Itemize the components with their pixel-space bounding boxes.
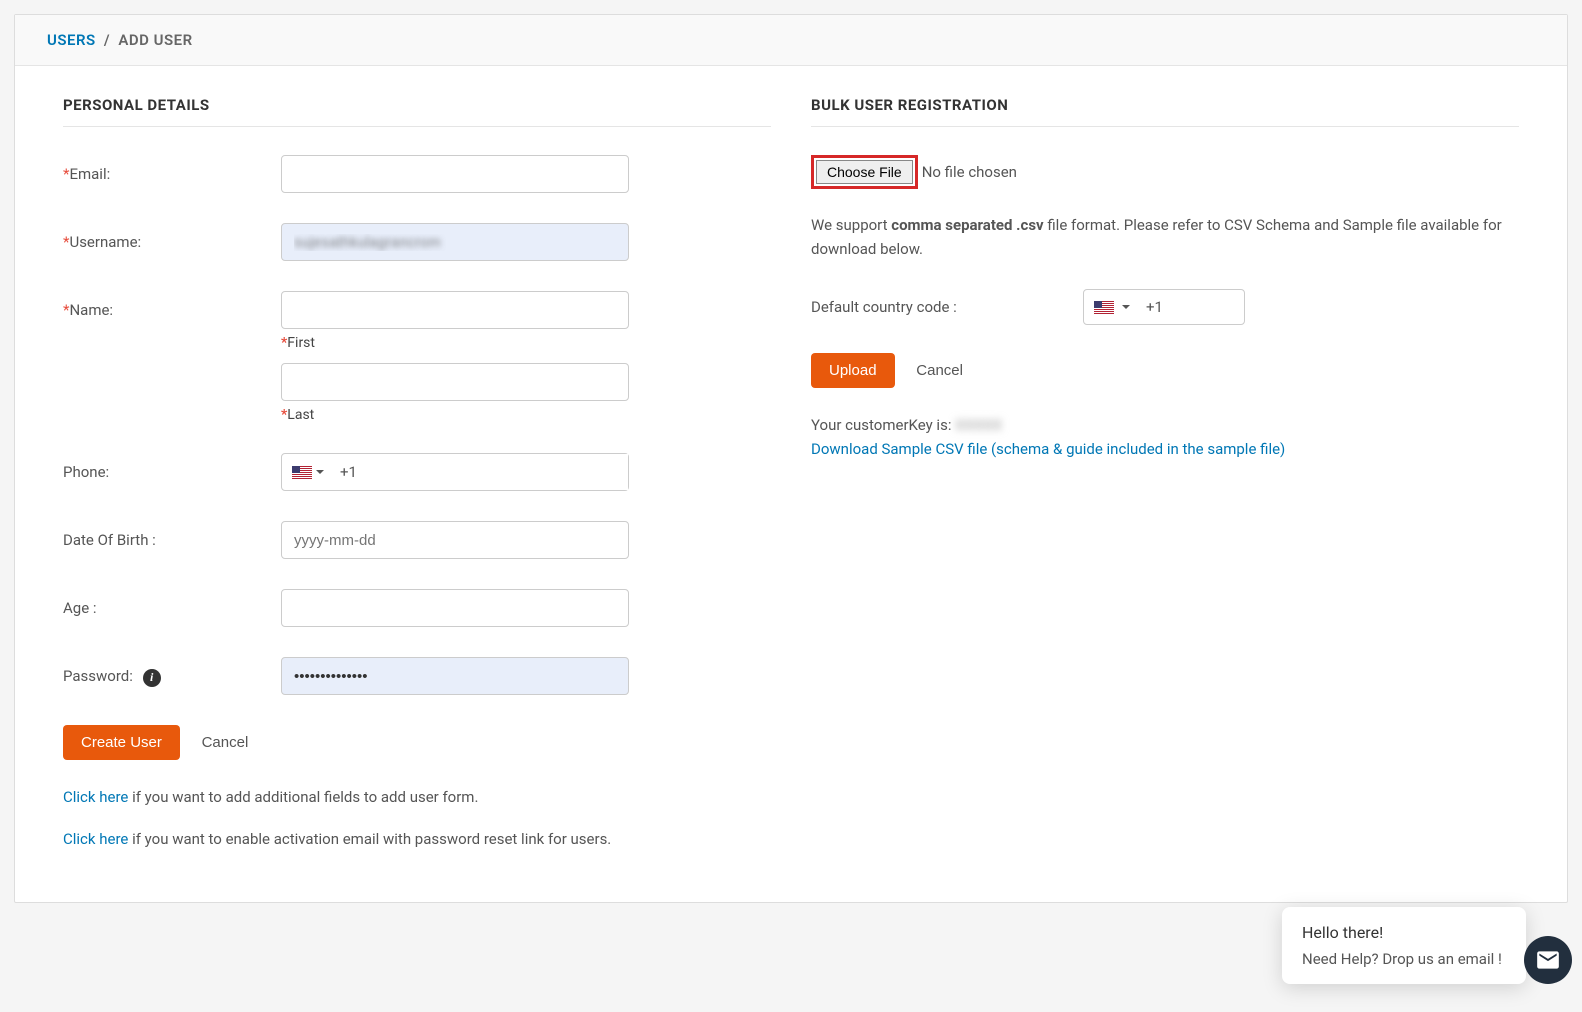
last-sublabel: Last <box>287 407 314 423</box>
us-flag-icon <box>1094 301 1114 314</box>
chat-fab-button[interactable] <box>1524 936 1572 984</box>
create-user-button[interactable]: Create User <box>63 725 180 760</box>
age-label: Age : <box>63 599 97 617</box>
chat-greeting: Hello there! <box>1302 923 1506 942</box>
file-format-help: We support comma separated .csv file for… <box>811 213 1519 261</box>
breadcrumb-separator: / <box>104 31 110 49</box>
bulk-registration-section: BULK USER REGISTRATION Choose File No fi… <box>811 96 1519 872</box>
upload-button[interactable]: Upload <box>811 353 895 388</box>
country-code-selector[interactable]: +1 <box>1083 289 1245 325</box>
phone-label: Phone: <box>63 463 109 481</box>
country-flag-selector[interactable] <box>282 466 332 479</box>
chat-message: Need Help? Drop us an email ! <box>1302 950 1506 968</box>
dial-code-bulk: +1 <box>1138 298 1163 316</box>
username-field[interactable] <box>281 223 629 261</box>
bulk-cancel-button[interactable]: Cancel <box>898 353 981 388</box>
divider <box>63 126 771 127</box>
password-label: Password: <box>63 667 133 685</box>
first-sublabel: First <box>287 335 315 351</box>
bulk-registration-title: BULK USER REGISTRATION <box>811 96 1519 114</box>
password-field[interactable] <box>281 657 629 695</box>
activation-email-link[interactable]: Click here <box>63 830 128 848</box>
dial-code: +1 <box>332 463 357 481</box>
name-label: Name: <box>69 301 113 319</box>
customer-key-label: Your customerKey is: <box>811 416 955 434</box>
phone-field[interactable] <box>357 454 628 490</box>
breadcrumb-users-link[interactable]: USERS <box>47 31 96 49</box>
help-text-1: if you want to add additional fields to … <box>128 788 478 806</box>
breadcrumb-current: ADD USER <box>118 31 192 49</box>
personal-details-section: PERSONAL DETAILS *Email: *Username: *Nam… <box>63 96 771 872</box>
choose-file-button[interactable]: Choose File <box>816 160 913 184</box>
customer-key-value: XXXXX <box>955 416 1002 434</box>
last-name-field[interactable] <box>281 363 629 401</box>
additional-fields-link[interactable]: Click here <box>63 788 128 806</box>
first-name-field[interactable] <box>281 291 629 329</box>
email-field[interactable] <box>281 155 629 193</box>
download-sample-csv-link[interactable]: Download Sample CSV file (schema & guide… <box>811 440 1285 458</box>
breadcrumb: USERS / ADD USER <box>15 15 1567 66</box>
chat-popup: Hello there! Need Help? Drop us an email… <box>1282 907 1526 984</box>
divider <box>811 126 1519 127</box>
phone-input-group: +1 <box>281 453 629 491</box>
help-text-2: if you want to enable activation email w… <box>128 830 611 848</box>
dob-label: Date Of Birth : <box>63 531 156 549</box>
cancel-button[interactable]: Cancel <box>184 725 267 760</box>
info-icon[interactable]: i <box>143 669 161 687</box>
chevron-down-icon <box>316 470 324 474</box>
username-label: Username: <box>69 233 141 251</box>
file-status-text: No file chosen <box>922 163 1017 181</box>
chevron-down-icon <box>1122 305 1130 309</box>
age-field[interactable] <box>281 589 629 627</box>
dob-field[interactable] <box>281 521 629 559</box>
us-flag-icon <box>292 466 312 479</box>
mail-icon <box>1535 947 1561 973</box>
email-label: Email: <box>69 165 110 183</box>
personal-details-title: PERSONAL DETAILS <box>63 96 771 114</box>
country-code-label: Default country code : <box>811 298 1083 316</box>
